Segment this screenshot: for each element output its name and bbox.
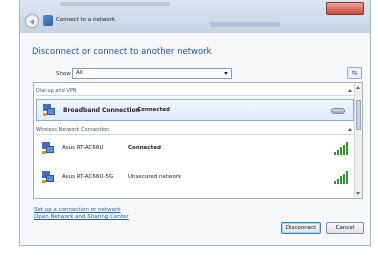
connection-status: Unsecured network — [128, 174, 182, 180]
list-scrollbar[interactable] — [354, 83, 362, 198]
network-sharing-center-link[interactable]: Open Network and Sharing Center — [34, 214, 129, 220]
network-connection-icon — [43, 104, 55, 116]
disconnect-button[interactable]: Disconnect — [281, 222, 321, 234]
wifi-signal-icon — [334, 142, 348, 155]
group-label: Dial-up and VPN — [36, 88, 77, 94]
modem-icon — [331, 108, 345, 114]
refresh-button[interactable]: ⇆ — [347, 67, 362, 79]
wifi-signal-icon — [334, 171, 348, 184]
network-icon — [43, 15, 53, 26]
show-filter-select[interactable]: All — [72, 68, 232, 79]
setup-connection-link[interactable]: Set up a connection or network — [34, 207, 120, 213]
collapse-caret-icon — [348, 89, 352, 92]
connection-name: Broadband Connection — [63, 107, 141, 114]
connect-dialog: Connect to a network Disconnect or conne… — [19, 0, 371, 246]
refresh-icon: ⇆ — [351, 69, 358, 77]
collapse-caret-icon — [348, 128, 352, 131]
back-arrow-icon[interactable] — [25, 14, 39, 28]
list-item-wifi-2[interactable]: Asus RT-AC66U-5G Unsecured network — [36, 167, 354, 189]
list-item-broadband[interactable]: Broadband Connection Connected — [36, 99, 354, 121]
page-heading: Disconnect or connect to another network — [32, 47, 212, 57]
network-list: Dial-up and VPN Broadband Connection Con… — [33, 82, 363, 199]
blurred-title-strip — [210, 22, 280, 27]
list-item-wifi-1[interactable]: Asus RT-AC66U Connected — [36, 138, 354, 160]
connection-status: Connected — [128, 145, 161, 151]
show-filter-value: All — [76, 70, 83, 76]
divider — [36, 95, 354, 96]
window-title: Connect to a network — [56, 17, 116, 23]
group-header-dialup[interactable]: Dial-up and VPN — [34, 86, 356, 96]
connection-name: Asus RT-AC66U-5G — [62, 174, 114, 180]
title-bar: Connect to a network — [20, 0, 370, 33]
close-button[interactable] — [326, 2, 364, 15]
scroll-thumb[interactable] — [356, 100, 361, 130]
blurred-title-strip — [60, 2, 170, 6]
connection-status: Connected — [137, 107, 170, 113]
cancel-button[interactable]: Cancel — [326, 222, 364, 234]
network-connection-icon — [42, 142, 54, 154]
network-connection-icon — [42, 171, 54, 183]
divider — [36, 134, 354, 135]
group-label: Wireless Network Connection — [36, 127, 110, 133]
group-header-wireless[interactable]: Wireless Network Connection — [34, 125, 356, 135]
show-filter-label: Show — [56, 71, 71, 77]
chevron-down-icon — [224, 72, 228, 75]
scroll-up-icon[interactable] — [356, 86, 360, 89]
scroll-down-icon[interactable] — [356, 192, 360, 195]
connection-name: Asus RT-AC66U — [62, 145, 104, 151]
